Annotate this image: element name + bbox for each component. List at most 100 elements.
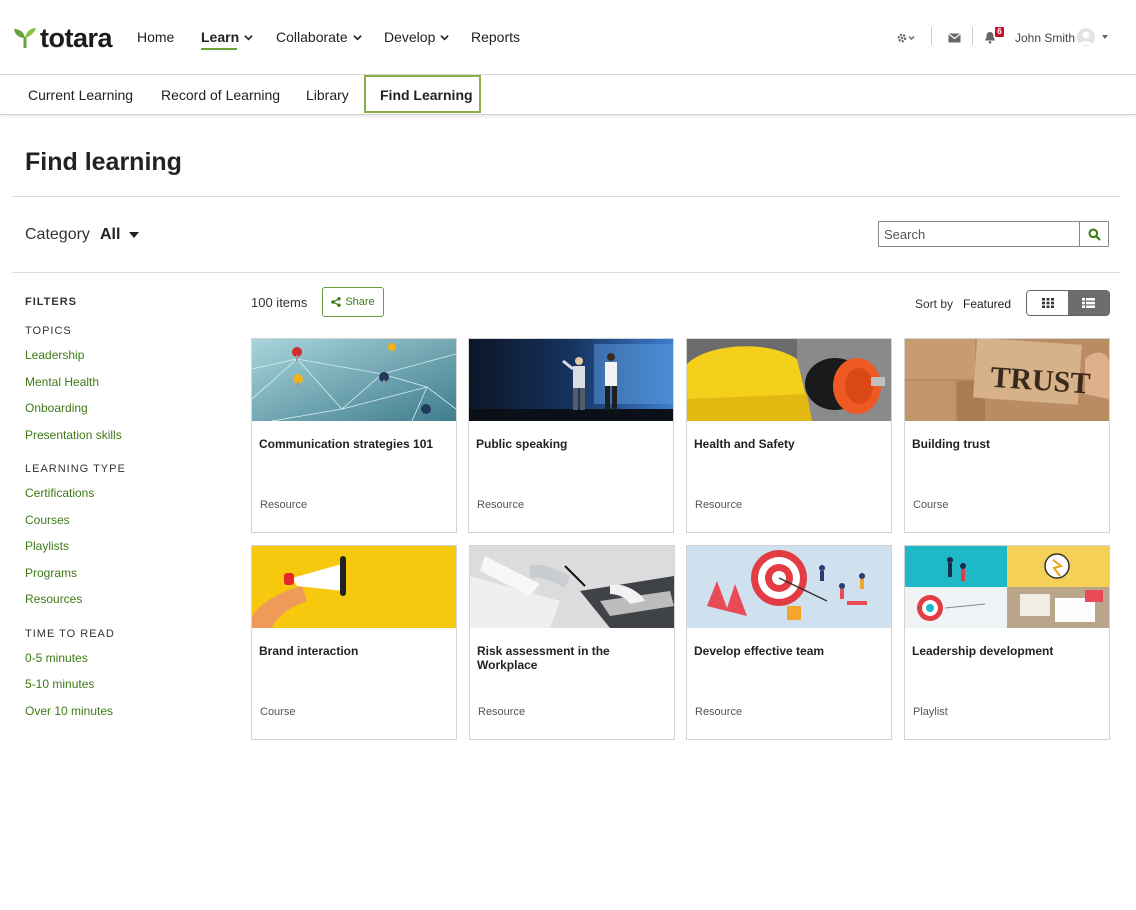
learning-card[interactable]: Health and Safety Resource xyxy=(686,338,892,533)
view-toggle xyxy=(1026,290,1110,316)
learning-card[interactable]: Public speaking Resource xyxy=(468,338,674,533)
gear-menu-icon[interactable] xyxy=(897,32,917,44)
notification-badge: 6 xyxy=(995,27,1004,37)
card-image-megaphone xyxy=(252,546,456,628)
nav-learn[interactable]: Learn xyxy=(201,28,253,46)
category-value: All xyxy=(100,226,121,243)
filter-mental-health[interactable]: Mental Health xyxy=(25,375,99,389)
card-image-laptop-documents xyxy=(470,546,674,628)
card-image-trust-blocks: TRUST xyxy=(905,339,1109,421)
filter-playlists[interactable]: Playlists xyxy=(25,539,69,553)
nav-learn-label: Learn xyxy=(201,29,240,45)
card-title: Health and Safety xyxy=(694,437,795,451)
nav-develop[interactable]: Develop xyxy=(384,28,450,46)
chevron-down-icon xyxy=(352,34,362,40)
learning-card[interactable]: Brand interaction Course xyxy=(251,545,457,740)
share-label: Share xyxy=(345,296,375,308)
nav-collaborate[interactable]: Collaborate xyxy=(276,28,362,46)
chevron-down-icon xyxy=(440,34,450,40)
leaf-logo-icon xyxy=(14,28,36,48)
filter-courses[interactable]: Courses xyxy=(25,513,70,527)
share-button[interactable]: Share xyxy=(322,287,384,317)
card-type: Course xyxy=(913,499,949,511)
filter-leadership[interactable]: Leadership xyxy=(25,348,84,362)
envelope-icon[interactable] xyxy=(948,33,961,43)
card-type: Resource xyxy=(260,499,308,511)
sort-label: Sort by xyxy=(915,297,954,311)
page-title: Find learning xyxy=(25,148,182,176)
search-icon xyxy=(1088,228,1101,241)
filter-resources[interactable]: Resources xyxy=(25,592,82,606)
caret-down-icon xyxy=(129,232,140,238)
filter-presentation-skills[interactable]: Presentation skills xyxy=(25,428,122,442)
card-title: Building trust xyxy=(912,437,990,451)
nav-separator xyxy=(931,27,932,45)
grid-view-button[interactable] xyxy=(1027,291,1068,315)
learning-card[interactable]: Leadership development Playlist xyxy=(904,545,1110,740)
learning-subnav: Current Learning Record of Learning Libr… xyxy=(0,75,1136,115)
tab-record-of-learning[interactable]: Record of Learning xyxy=(161,87,280,103)
nav-develop-label: Develop xyxy=(384,29,436,45)
learning-card[interactable]: TRUST Building trust Course xyxy=(904,338,1110,533)
search-input[interactable] xyxy=(879,222,1080,246)
trust-image-text: TRUST xyxy=(989,361,1091,401)
learning-card[interactable]: Develop effective team Resource xyxy=(686,545,892,740)
tab-current-learning[interactable]: Current Learning xyxy=(28,87,133,103)
filter-group-topics: TOPICS xyxy=(25,325,72,337)
category-dropdown[interactable]: All xyxy=(100,226,140,244)
logo-text: totara xyxy=(40,23,113,53)
card-type: Playlist xyxy=(913,706,948,718)
category-label: Category xyxy=(25,226,90,243)
learning-card[interactable]: Risk assessment in the Workplace Resourc… xyxy=(469,545,675,740)
learning-card[interactable]: Communication strategies 101 Resource xyxy=(251,338,457,533)
list-icon xyxy=(1082,298,1095,308)
card-title: Risk assessment in the Workplace xyxy=(477,644,610,672)
filter-programs[interactable]: Programs xyxy=(25,566,77,580)
card-image-pins-network xyxy=(252,339,456,421)
card-title: Leadership development xyxy=(912,644,1054,658)
user-menu-caret-icon[interactable] xyxy=(1102,35,1108,39)
card-type: Resource xyxy=(695,499,743,511)
divider xyxy=(12,272,1120,273)
filter-onboarding[interactable]: Onboarding xyxy=(25,401,88,415)
search-box xyxy=(878,221,1109,247)
nav-collaborate-label: Collaborate xyxy=(276,29,348,45)
card-title: Brand interaction xyxy=(259,644,359,658)
filter-5-10-minutes[interactable]: 5-10 minutes xyxy=(25,677,94,691)
card-type: Resource xyxy=(695,706,743,718)
filter-certifications[interactable]: Certifications xyxy=(25,486,94,500)
grid-icon xyxy=(1041,298,1054,308)
user-name[interactable]: John Smith xyxy=(1015,31,1075,45)
filter-over-10-minutes[interactable]: Over 10 minutes xyxy=(25,704,113,718)
totara-logo[interactable]: totara xyxy=(12,23,113,53)
nav-home-label: Home xyxy=(137,29,175,45)
filters-title: FILTERS xyxy=(25,296,78,308)
card-image-public-speaking xyxy=(469,339,673,421)
filter-group-time-to-read: TIME TO READ xyxy=(25,628,115,640)
list-view-button[interactable] xyxy=(1068,291,1109,315)
filter-group-learning-type: LEARNING TYPE xyxy=(25,463,126,475)
tab-find-learning[interactable]: Find Learning xyxy=(364,75,481,113)
card-image-hard-hat xyxy=(687,339,891,421)
card-title: Develop effective team xyxy=(694,644,825,658)
card-type: Resource xyxy=(478,706,526,718)
nav-reports-label: Reports xyxy=(471,29,521,45)
filter-0-5-minutes[interactable]: 0-5 minutes xyxy=(25,651,88,665)
sort-dropdown[interactable]: Featured xyxy=(963,297,1011,311)
card-image-target-team xyxy=(687,546,891,628)
nav-reports[interactable]: Reports xyxy=(471,28,520,46)
active-nav-underline xyxy=(201,48,237,50)
search-button[interactable] xyxy=(1079,222,1108,246)
share-icon xyxy=(331,297,342,307)
avatar[interactable] xyxy=(1077,28,1095,46)
card-type: Course xyxy=(260,706,296,718)
tab-library[interactable]: Library xyxy=(306,87,349,103)
user-avatar-icon xyxy=(1079,31,1093,45)
divider xyxy=(12,196,1120,197)
card-title: Communication strategies 101 xyxy=(259,437,434,451)
nav-home[interactable]: Home xyxy=(137,28,174,46)
nav-separator xyxy=(972,27,973,45)
top-navigation: totara Home Learn Collaborate Develop Re… xyxy=(0,0,1136,75)
chevron-down-icon xyxy=(244,34,253,40)
items-count: 100 items xyxy=(251,295,308,310)
